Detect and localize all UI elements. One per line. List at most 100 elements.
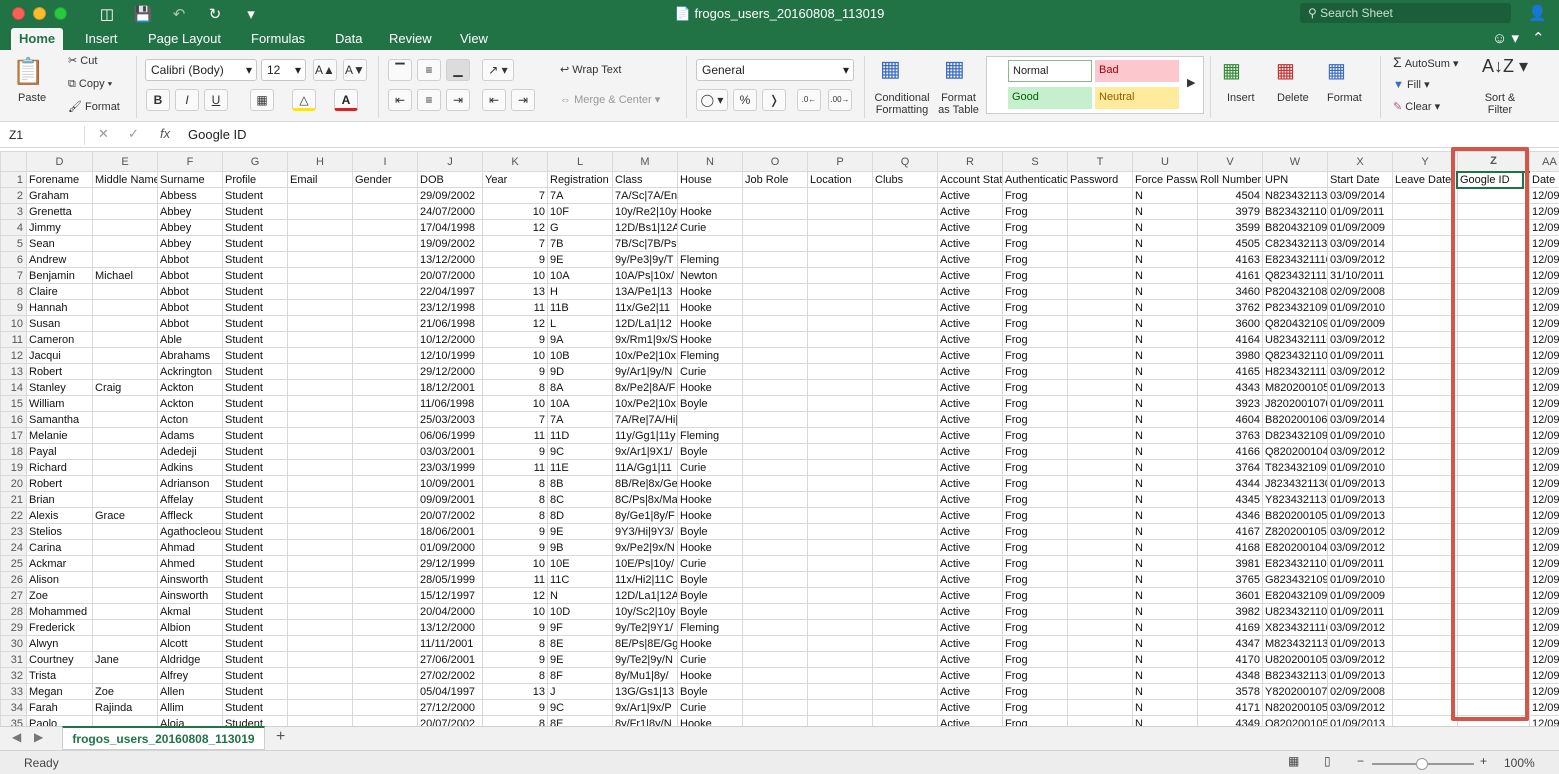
cell[interactable]: 12D/Bs1|12A <box>612 219 678 236</box>
cell[interactable] <box>287 235 353 252</box>
cell[interactable] <box>1392 635 1458 652</box>
cell[interactable]: 03/09/2012 <box>1327 651 1393 668</box>
cell[interactable] <box>1392 491 1458 508</box>
cell[interactable] <box>287 715 353 726</box>
cell[interactable] <box>287 395 353 412</box>
cell[interactable]: 10y/Sc2|10y <box>612 603 678 620</box>
cell[interactable]: 12/09/ <box>1529 283 1559 300</box>
cell[interactable]: Alison <box>26 571 93 588</box>
cell[interactable]: 02/09/2008 <box>1327 683 1393 700</box>
cancel-icon[interactable]: ✕ <box>98 126 109 142</box>
cell[interactable]: Active <box>937 651 1003 668</box>
cell[interactable]: N <box>1132 187 1198 204</box>
cell[interactable]: 12/09/ <box>1529 635 1559 652</box>
cell[interactable] <box>872 363 938 380</box>
cell[interactable]: B8234321130 <box>1262 667 1328 684</box>
cell[interactable] <box>872 235 938 252</box>
row-header[interactable]: 9 <box>0 299 27 316</box>
cell[interactable]: 12/09/ <box>1529 315 1559 332</box>
cell[interactable]: Frog <box>1002 299 1068 316</box>
conditional-formatting-icon[interactable]: ▦ <box>880 56 901 82</box>
cell[interactable]: Fleming <box>677 619 743 636</box>
increase-font-size-button[interactable]: A▲ <box>313 59 337 81</box>
cell[interactable] <box>872 651 938 668</box>
cell[interactable]: Fleming <box>677 427 743 444</box>
cell[interactable]: Active <box>937 459 1003 476</box>
cell[interactable] <box>742 331 808 348</box>
cell[interactable]: 8y/Ge1|8y/F <box>612 507 678 524</box>
cell[interactable]: Alcott <box>157 635 223 652</box>
cell[interactable]: Frog <box>1002 683 1068 700</box>
cell[interactable]: 10y/Re2|10y <box>612 203 678 220</box>
cell[interactable]: Frog <box>1002 603 1068 620</box>
cell[interactable] <box>1067 443 1133 460</box>
cell[interactable]: Q8204321090 <box>1262 315 1328 332</box>
cell[interactable]: Hooke <box>677 491 743 508</box>
paste-icon[interactable]: 📋 <box>12 56 44 87</box>
increase-decimal-button[interactable]: .0← <box>797 89 821 111</box>
cell[interactable] <box>1392 683 1458 700</box>
cell[interactable]: 7 <box>482 235 548 252</box>
align-right-button[interactable]: ⇥ <box>446 89 470 111</box>
cell[interactable] <box>287 699 353 716</box>
decrease-indent-button[interactable]: ⇤ <box>482 89 506 111</box>
styles-more-icon[interactable]: ▶ <box>1187 76 1195 89</box>
cell[interactable] <box>807 235 873 252</box>
cell[interactable]: Alexis <box>26 507 93 524</box>
cell[interactable]: 12/09/ <box>1529 235 1559 252</box>
cell[interactable] <box>872 283 938 300</box>
cell[interactable] <box>742 571 808 588</box>
cell[interactable] <box>1392 299 1458 316</box>
cell[interactable] <box>352 651 418 668</box>
column-header[interactable]: I <box>352 151 418 172</box>
cell[interactable]: Student <box>222 619 288 636</box>
row-header[interactable]: 12 <box>0 347 27 364</box>
cell[interactable]: 10/12/2000 <box>417 331 483 348</box>
cell[interactable]: Ackrington <box>157 363 223 380</box>
cell[interactable]: 7A/Sc|7A/En|7A/Ps|7x/Te1|7A/Gg|7A/Fr|7A/… <box>612 187 678 204</box>
cell[interactable]: N <box>1132 651 1198 668</box>
row-header[interactable]: 19 <box>0 459 27 476</box>
cell[interactable]: N <box>1132 619 1198 636</box>
tab-page-layout[interactable]: Page Layout <box>140 28 229 50</box>
cell[interactable]: Craig <box>92 379 158 396</box>
cell[interactable]: 25/03/2003 <box>417 411 483 428</box>
cell[interactable]: 4168 <box>1197 539 1263 556</box>
cell[interactable] <box>807 603 873 620</box>
select-all-corner[interactable] <box>0 151 27 172</box>
cell[interactable]: 8B/Re|8x/Ge <box>612 475 678 492</box>
conditional-formatting-button[interactable]: Conditional Formatting <box>871 92 933 116</box>
cell[interactable] <box>1067 491 1133 508</box>
cell[interactable]: Akmal <box>157 603 223 620</box>
cell[interactable]: 8C <box>547 491 613 508</box>
cell[interactable]: Student <box>222 427 288 444</box>
header-cell[interactable]: Roll Number <box>1197 171 1263 188</box>
cell[interactable] <box>92 443 158 460</box>
cell[interactable]: Adrianson <box>157 475 223 492</box>
cell[interactable]: Boyle <box>677 395 743 412</box>
cell[interactable]: 23/03/1999 <box>417 459 483 476</box>
cell[interactable]: Hannah <box>26 299 93 316</box>
cell[interactable]: T8234321090 <box>1262 459 1328 476</box>
cell[interactable] <box>1392 443 1458 460</box>
cell[interactable] <box>742 699 808 716</box>
cell[interactable] <box>742 395 808 412</box>
cell[interactable]: Active <box>937 347 1003 364</box>
cell[interactable] <box>872 427 938 444</box>
cell[interactable] <box>352 331 418 348</box>
cell[interactable]: Allim <box>157 699 223 716</box>
cell[interactable]: Student <box>222 187 288 204</box>
cell[interactable]: 31/10/2011 <box>1327 267 1393 284</box>
header-cell[interactable]: Forename <box>26 171 93 188</box>
cell[interactable]: 9E <box>547 651 613 668</box>
cell[interactable]: Frog <box>1002 203 1068 220</box>
cell[interactable]: Active <box>937 411 1003 428</box>
cell[interactable]: Andrew <box>26 251 93 268</box>
cell[interactable]: Curie <box>677 555 743 572</box>
row-header[interactable]: 26 <box>0 571 27 588</box>
cell[interactable]: Melanie <box>26 427 93 444</box>
cell[interactable]: Ainsworth <box>157 587 223 604</box>
cell[interactable]: 4347 <box>1197 635 1263 652</box>
cell[interactable] <box>742 651 808 668</box>
cell[interactable]: 8E <box>547 635 613 652</box>
